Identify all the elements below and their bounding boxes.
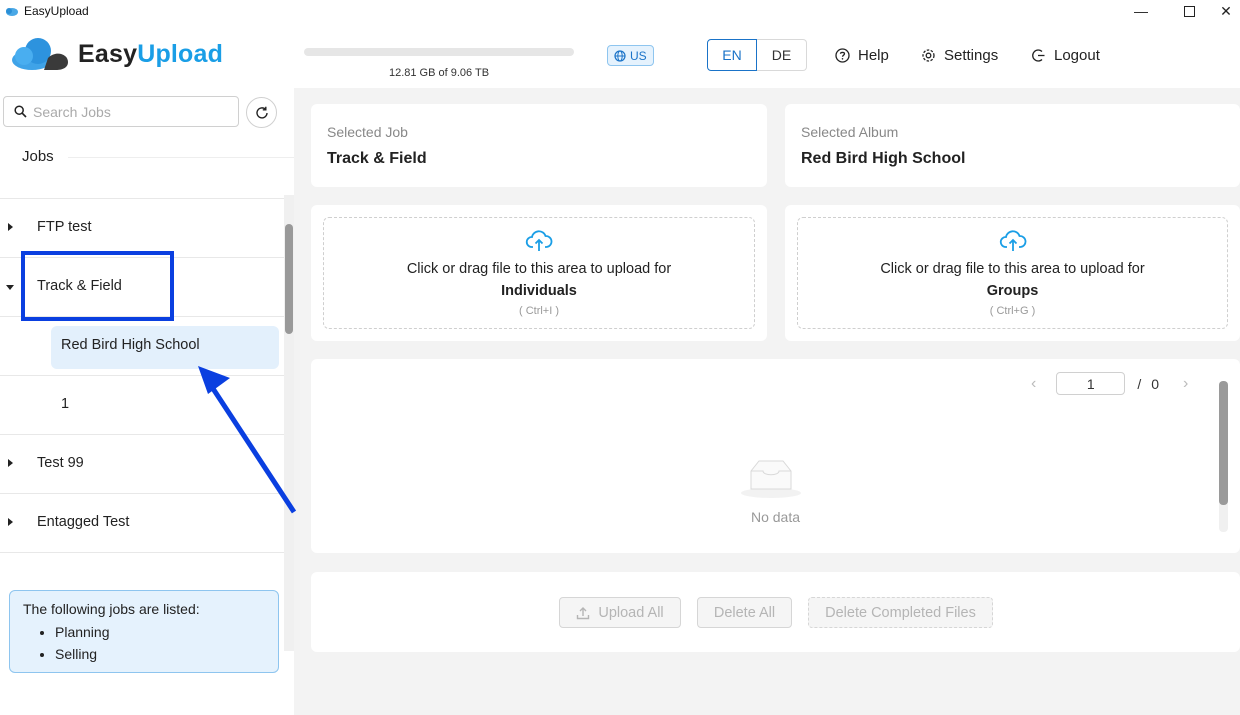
empty-state: No data (311, 460, 1240, 525)
info-item: Selling (55, 643, 265, 665)
upload-individuals-dropzone[interactable]: Click or drag file to this area to uploa… (323, 217, 755, 329)
selected-album-card: Selected Album Red Bird High School (785, 104, 1240, 187)
storage-label: 12.81 GB of 9.06 TB (388, 67, 490, 79)
logout-label: Logout (1054, 47, 1100, 64)
upload-individuals-target: Individuals (501, 283, 577, 299)
region-label: US (630, 48, 647, 63)
jobs-heading: Jobs (22, 148, 54, 165)
page-total: 0 (1151, 375, 1160, 392)
settings-label: Settings (944, 47, 999, 64)
caret-right-icon[interactable] (8, 518, 13, 526)
delete-all-button[interactable]: Delete All (697, 597, 792, 628)
upload-groups-card: Click or drag file to this area to uploa… (785, 205, 1240, 341)
language-de-button[interactable]: DE (757, 39, 807, 71)
no-data-label: No data (750, 509, 801, 525)
divider (68, 157, 294, 158)
tree-item-label: Entagged Test (37, 514, 130, 530)
info-box: The following jobs are listed: Planning … (9, 590, 279, 673)
language-en-button[interactable]: EN (707, 39, 757, 71)
gear-icon (922, 49, 935, 62)
tree-item-ftp-test[interactable]: FTP test (0, 199, 284, 258)
tree-item-label: 1 (61, 396, 70, 412)
upload-groups-target: Groups (986, 283, 1039, 299)
selected-album-value: Red Bird High School (801, 150, 966, 167)
tree-item-label: Test 99 (37, 455, 84, 471)
upload-groups-text: Click or drag file to this area to uploa… (880, 261, 1145, 277)
cloud-upload-icon (525, 230, 553, 251)
upload-icon (577, 606, 590, 619)
file-list-panel: ‹ / 0 › No data (311, 359, 1240, 553)
upload-individuals-shortcut: ( Ctrl+I ) (518, 305, 560, 317)
annotation-arrow-icon (198, 366, 297, 514)
logout-icon (1032, 49, 1045, 62)
storage-indicator: 12.81 GB of 9.06 TB (304, 48, 574, 79)
upload-all-button[interactable]: Upload All (559, 597, 681, 628)
close-button[interactable]: ✕ (1212, 0, 1240, 22)
info-item: Planning (55, 621, 265, 643)
help-icon (835, 48, 850, 63)
caret-down-icon[interactable] (6, 285, 14, 290)
pagination: ‹ / 0 › (1031, 372, 1188, 395)
selected-album-caption: Selected Album (801, 124, 899, 140)
upload-groups-shortcut: ( Ctrl+G ) (989, 305, 1036, 317)
upload-all-label: Upload All (598, 604, 664, 621)
selected-job-value: Track & Field (327, 150, 427, 167)
page-separator: / (1137, 375, 1142, 392)
logo: EasyUpload (10, 36, 223, 72)
delete-all-label: Delete All (713, 604, 776, 621)
help-link[interactable]: Help (835, 47, 889, 64)
cloud-upload-icon (999, 230, 1026, 251)
annotation-highlight-box (21, 251, 174, 321)
storage-progress-bar (304, 48, 574, 56)
caret-right-icon[interactable] (8, 459, 13, 467)
search-box (3, 96, 239, 127)
logo-text-easy: Easy (78, 39, 138, 68)
globe-icon (614, 49, 626, 62)
empty-inbox-icon (741, 460, 801, 498)
delete-completed-files-button[interactable]: Delete Completed Files (808, 597, 993, 628)
maximize-icon (1183, 5, 1195, 17)
selected-job-card: Selected Job Track & Field (311, 104, 767, 187)
info-list: Planning Selling (55, 621, 265, 665)
minimize-button[interactable]: — (1118, 0, 1164, 22)
search-icon (14, 105, 27, 118)
region-badge[interactable]: US (607, 45, 654, 66)
app-header: EasyUpload 12.81 GB of 9.06 TB US EN DE … (0, 22, 1240, 88)
delete-completed-label: Delete Completed Files (825, 604, 976, 621)
file-list-scrollbar[interactable] (1219, 381, 1228, 532)
help-label: Help (858, 47, 889, 64)
tree-item-label: FTP test (37, 219, 92, 235)
selected-job-caption: Selected Job (327, 124, 408, 140)
prev-page-icon[interactable]: ‹ (1031, 375, 1036, 393)
language-switch: EN DE (707, 39, 807, 71)
search-jobs-input[interactable] (33, 103, 223, 120)
logo-text-upload: Upload (137, 39, 224, 68)
window-title: EasyUpload (24, 4, 89, 18)
refresh-button[interactable] (246, 97, 277, 128)
caret-right-icon[interactable] (8, 223, 13, 231)
settings-link[interactable]: Settings (921, 47, 998, 64)
cloud-logo-icon (12, 38, 68, 70)
logout-link[interactable]: Logout (1031, 47, 1100, 64)
page-number-input[interactable] (1056, 372, 1126, 395)
tree-item-label: Red Bird High School (61, 337, 200, 353)
info-text: The following jobs are listed: (23, 601, 200, 617)
maximize-button[interactable] (1166, 0, 1212, 22)
upload-individuals-text: Click or drag file to this area to uploa… (406, 261, 672, 277)
next-page-icon[interactable]: › (1183, 375, 1188, 393)
title-bar: EasyUpload — ✕ (0, 0, 1240, 22)
upload-groups-dropzone[interactable]: Click or drag file to this area to uploa… (797, 217, 1228, 329)
refresh-icon (255, 106, 268, 119)
app-cloud-icon (6, 8, 18, 16)
sidebar-scrollbar-thumb[interactable] (285, 224, 293, 334)
upload-individuals-card: Click or drag file to this area to uploa… (311, 205, 767, 341)
file-list-scrollbar-thumb[interactable] (1219, 381, 1228, 505)
